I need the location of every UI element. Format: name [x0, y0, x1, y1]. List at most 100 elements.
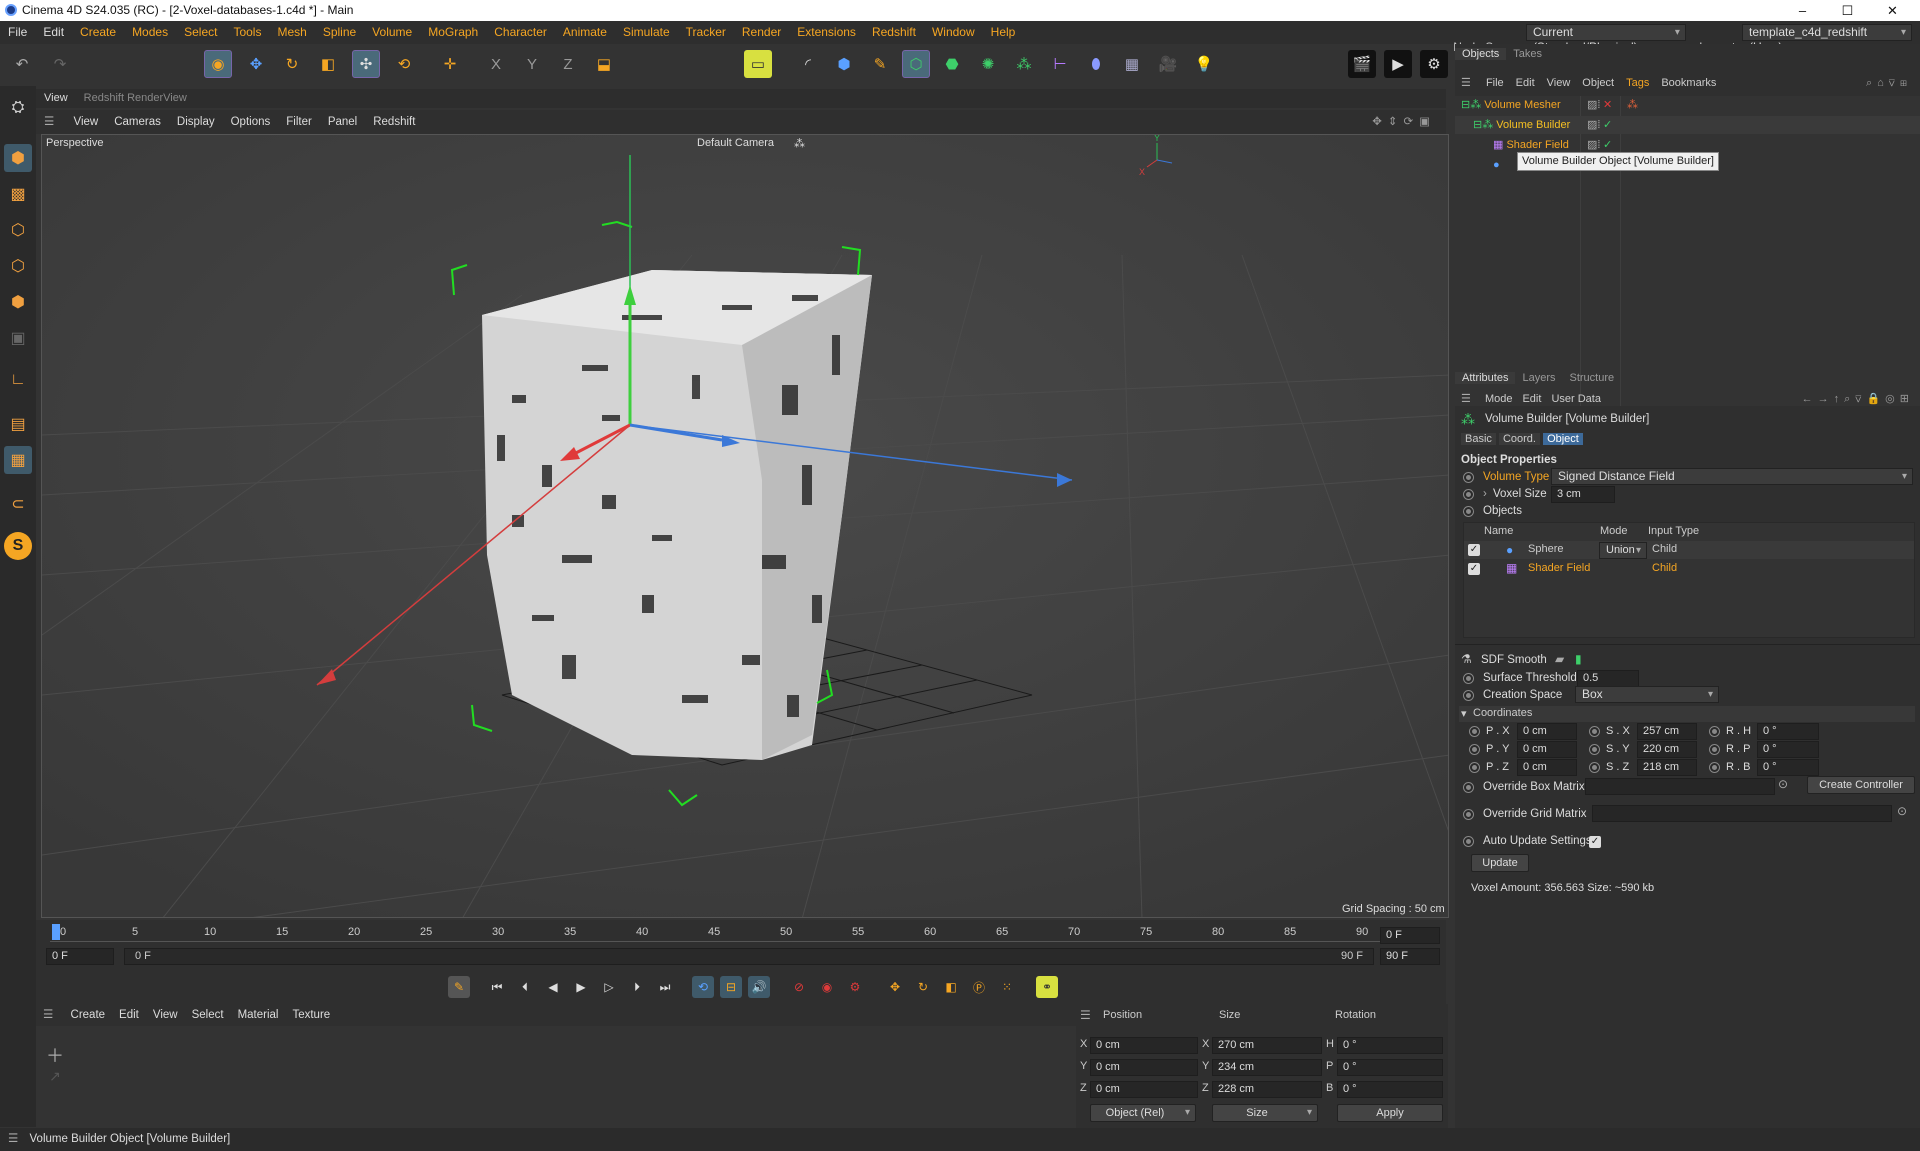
anim-dot-icon[interactable]: [1463, 836, 1474, 847]
objects-tree[interactable]: ⊟⁂ Volume Mesher ▨⁞ ✕ ⁂ ⊟⁂ Volume Builde…: [1455, 96, 1920, 406]
deformer-icon[interactable]: ⊢: [1046, 50, 1074, 78]
mat-texture[interactable]: Texture: [285, 1009, 337, 1021]
attr-menu-edit[interactable]: Edit: [1517, 393, 1546, 405]
mat-edit[interactable]: Edit: [112, 1009, 146, 1021]
subtab-object[interactable]: Object: [1543, 433, 1583, 445]
visibility-icon[interactable]: ▨⁞: [1587, 96, 1600, 114]
undo-icon[interactable]: ↶: [8, 50, 36, 78]
menu-tracker[interactable]: Tracker: [678, 21, 734, 44]
node-space-dropdown[interactable]: Current (Standard/Physical): [1525, 24, 1686, 54]
key-rotation-icon[interactable]: ↻: [912, 976, 934, 998]
lock-z-icon[interactable]: Z: [554, 50, 582, 78]
attr-nav-icons[interactable]: ←→↑⌕⊽🔒◎⊞: [1802, 390, 1914, 408]
record-active-icon[interactable]: ⊘: [788, 976, 810, 998]
menu-select[interactable]: Select: [176, 21, 225, 44]
menu-modes[interactable]: Modes: [124, 21, 176, 44]
mat-material[interactable]: Material: [231, 1009, 286, 1021]
anim-dot-icon[interactable]: [1589, 762, 1600, 773]
timeline[interactable]: 0 5 10 15 20 25 30 35 40 45 50 55 60 65 …: [36, 920, 1446, 968]
box-pos-x[interactable]: 0 cm: [1517, 723, 1577, 740]
polygons-mode-icon[interactable]: ⬢: [4, 288, 32, 316]
tab-takes[interactable]: Takes: [1506, 48, 1549, 60]
menu-tools[interactable]: Tools: [225, 21, 269, 44]
menu-help[interactable]: Help: [983, 21, 1024, 44]
objects-search-icon[interactable]: ⌕⌂⊽⊞: [1866, 74, 1912, 92]
enable-checkbox[interactable]: ✓: [1468, 544, 1480, 556]
box-size-z[interactable]: 218 cm: [1637, 759, 1697, 776]
workplane-icon[interactable]: ▤: [4, 410, 32, 438]
move-tool-icon[interactable]: ✥: [242, 50, 270, 78]
link-pick-icon[interactable]: ⊙: [1778, 777, 1788, 791]
tab-layers[interactable]: Layers: [1515, 372, 1562, 384]
size-z-field[interactable]: 228 cm: [1212, 1081, 1322, 1098]
field-icon[interactable]: ⬮: [1082, 50, 1110, 78]
anim-dot-icon[interactable]: [1469, 744, 1480, 755]
sound-icon[interactable]: 🔊: [748, 976, 770, 998]
menu-character[interactable]: Character: [486, 21, 555, 44]
edit-material-icon[interactable]: ↗: [44, 1068, 66, 1090]
box-rot-h[interactable]: 0 °: [1757, 723, 1819, 740]
extrude-icon[interactable]: ⬣: [938, 50, 966, 78]
size-x-field[interactable]: 270 cm: [1212, 1037, 1322, 1054]
obj-menu-view[interactable]: View: [1541, 77, 1577, 89]
menu-simulate[interactable]: Simulate: [615, 21, 678, 44]
list-item[interactable]: ✓ ● Sphere Union Child: [1464, 541, 1914, 559]
anim-dot-icon[interactable]: [1463, 690, 1474, 701]
menu-mesh[interactable]: Mesh: [269, 21, 314, 44]
tree-item-volume-mesher[interactable]: ⊟⁂ Volume Mesher ▨⁞ ✕ ⁂: [1455, 96, 1920, 114]
uv-mode-icon[interactable]: ▣: [4, 324, 32, 352]
subtab-basic[interactable]: Basic: [1461, 433, 1496, 445]
list-item-mode[interactable]: Union: [1599, 542, 1647, 559]
anim-dot-icon[interactable]: [1463, 782, 1474, 793]
box-rot-b[interactable]: 0 °: [1757, 759, 1819, 776]
attr-menu-userdata[interactable]: User Data: [1546, 393, 1606, 405]
autokey-icon[interactable]: ◉: [816, 976, 838, 998]
anim-dot-icon[interactable]: [1589, 726, 1600, 737]
current-frame-field[interactable]: 0 F: [1380, 927, 1440, 944]
motion-system-icon[interactable]: ⚭: [1036, 976, 1058, 998]
snap-magnet-icon[interactable]: ⊂: [4, 490, 32, 518]
viewport-nav-icons[interactable]: ✥⇕⟳▣: [1372, 110, 1436, 134]
box-pos-z[interactable]: 0 cm: [1517, 759, 1577, 776]
override-box-field[interactable]: [1585, 778, 1775, 795]
size-y-field[interactable]: 234 cm: [1212, 1059, 1322, 1076]
link-pick-icon[interactable]: ⊙: [1897, 804, 1907, 818]
mat-select[interactable]: Select: [185, 1009, 231, 1021]
key-scale-icon[interactable]: ◧: [940, 976, 962, 998]
layout-dropdown[interactable]: template_c4d_redshift (User): [1742, 24, 1912, 54]
snap-grid-icon[interactable]: ▦: [4, 446, 32, 474]
disabled-x-icon[interactable]: ✕: [1603, 96, 1612, 114]
layer-icon[interactable]: ▮: [1575, 652, 1582, 666]
menu-edit[interactable]: Edit: [35, 21, 72, 44]
tag-icon[interactable]: ⁂: [1627, 96, 1638, 114]
tab-view[interactable]: View: [36, 92, 76, 104]
anim-dot-icon[interactable]: [1709, 726, 1720, 737]
enabled-check-icon[interactable]: ✓: [1603, 116, 1612, 134]
expand-arrow-icon[interactable]: ›: [1483, 488, 1487, 500]
vmenu-cameras[interactable]: Cameras: [106, 116, 169, 128]
keyframe-icon[interactable]: ✎: [448, 976, 470, 998]
material-area[interactable]: ＋ ↗: [36, 1026, 1076, 1128]
anim-dot-icon[interactable]: [1469, 762, 1480, 773]
menu-spline[interactable]: Spline: [315, 21, 364, 44]
menu-animate[interactable]: Animate: [555, 21, 615, 44]
viewport[interactable]: Y X Perspective Default Camera ⁂ Grid Sp…: [41, 134, 1449, 918]
transform-tool-icon[interactable]: ✣: [352, 50, 380, 78]
box-size-x[interactable]: 257 cm: [1637, 723, 1697, 740]
pos-z-field[interactable]: 0 cm: [1090, 1081, 1198, 1098]
menu-file[interactable]: File: [0, 21, 35, 44]
camera-icon[interactable]: 🎥: [1154, 50, 1182, 78]
maximize-button[interactable]: ☐: [1825, 0, 1870, 21]
tab-redshift-renderview[interactable]: Redshift RenderView: [76, 92, 195, 104]
menu-render[interactable]: Render: [734, 21, 789, 44]
box-rot-p[interactable]: 0 °: [1757, 741, 1819, 758]
loop-icon[interactable]: ⟲: [692, 976, 714, 998]
pos-x-field[interactable]: 0 cm: [1090, 1037, 1198, 1054]
anim-dot-icon[interactable]: [1463, 673, 1474, 684]
rot-b-field[interactable]: 0 °: [1337, 1081, 1443, 1098]
obj-menu-bookmarks[interactable]: Bookmarks: [1655, 77, 1722, 89]
placement-tool-icon[interactable]: ⟲: [390, 50, 418, 78]
enable-checkbox[interactable]: ✓: [1468, 563, 1480, 575]
vmenu-view[interactable]: View: [66, 116, 107, 128]
tab-structure[interactable]: Structure: [1563, 372, 1622, 384]
